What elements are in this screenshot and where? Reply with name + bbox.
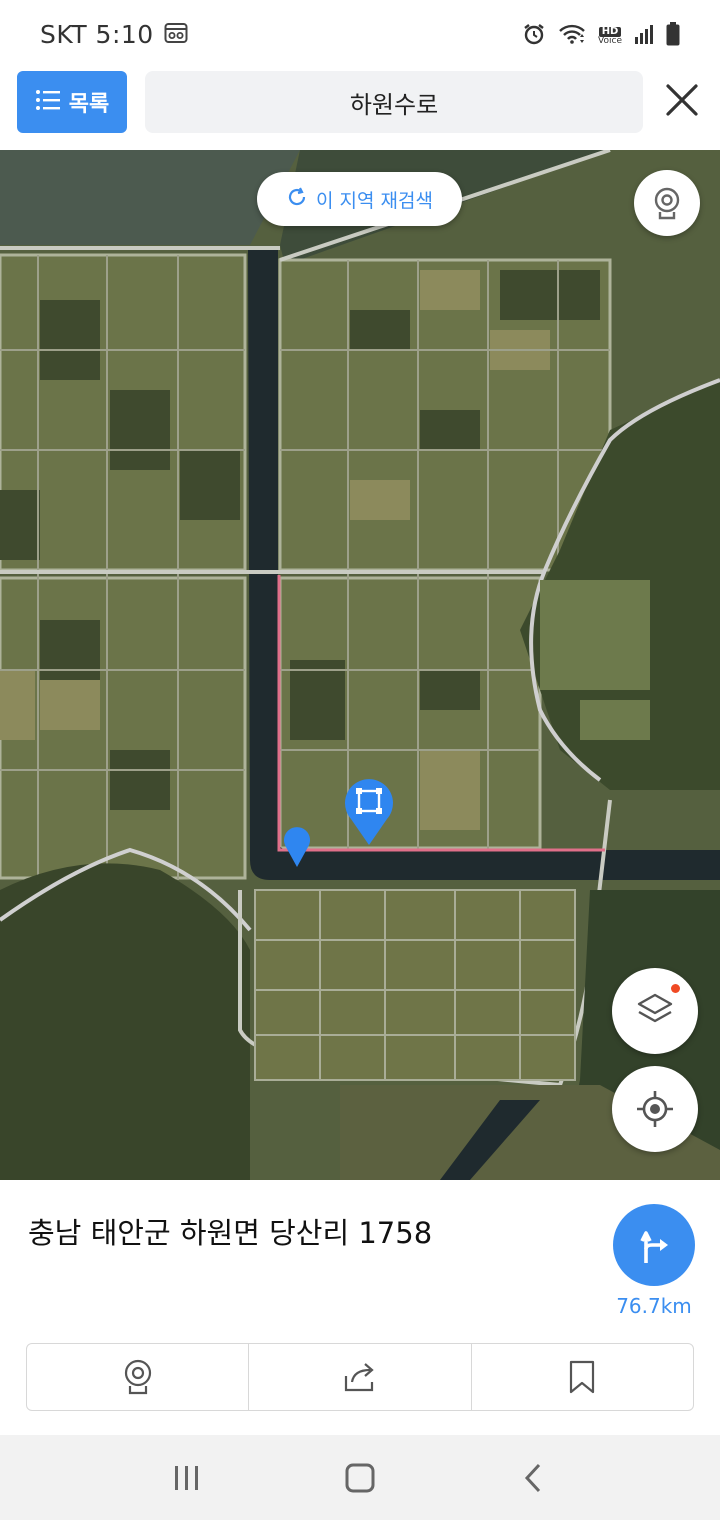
address-text: 충남 태안군 하원면 당산리 1758 [28,1216,433,1250]
my-location-button[interactable] [612,1066,698,1152]
battery-icon [666,22,680,50]
status-right: HD Voice [522,22,680,50]
place-info-panel: 충남 태안군 하원면 당산리 1758 76.7km [0,1180,720,1435]
alarm-icon [522,22,546,50]
research-area-button[interactable]: 이 지역 재검색 [257,172,462,226]
bookmark-button[interactable] [472,1344,693,1410]
volte-icon: HD Voice [598,26,622,46]
directions-button[interactable] [613,1204,695,1286]
search-text: 하원수로 [349,90,439,119]
carrier-time: SKT 5:10 [40,20,154,49]
share-icon [344,1363,374,1392]
recent-apps-button[interactable] [157,1448,217,1508]
distance-label: 76.7km [616,1294,692,1318]
cctv-icon [124,1359,151,1395]
home-icon [345,1463,375,1492]
turn-right-icon [640,1231,668,1263]
volte-sub: Voice [598,35,622,46]
refresh-icon [286,186,308,212]
share-button[interactable] [249,1344,472,1410]
back-icon [525,1463,541,1492]
location-pin[interactable] [283,827,311,873]
screen-record-icon [164,22,188,48]
notification-dot [671,984,680,993]
list-button[interactable]: 목록 [17,71,127,133]
cctv-icon [654,187,680,220]
recent-apps-icon [174,1465,198,1490]
close-icon [666,84,698,116]
map-view[interactable]: 이 지역 재검색 [0,150,720,1180]
close-button[interactable] [662,80,702,120]
area-marker[interactable] [343,777,395,851]
search-field[interactable]: 하원수로 [145,71,643,133]
cctv-action-button[interactable] [27,1344,250,1410]
location-pin-icon [284,827,310,867]
volte-label: HD [598,26,622,37]
area-marker-icon [345,779,393,845]
list-icon [35,89,61,115]
wifi-icon [558,23,586,49]
status-left: SKT 5:10 [40,20,188,49]
back-button[interactable] [503,1448,563,1508]
system-nav-bar [0,1435,720,1520]
home-button[interactable] [330,1448,390,1508]
status-bar: SKT 5:10 HD Voice [0,0,720,66]
cctv-button[interactable] [634,170,700,236]
bookmark-icon [570,1360,595,1394]
screen: SKT 5:10 HD Voice 목록 하원수로 이 지역 재검색 충남 태안… [0,0,720,1520]
header: 목록 하원수로 [0,66,720,150]
satellite-map [0,150,720,1180]
signal-icon [634,23,654,49]
list-button-label: 목록 [68,92,110,117]
layer-button[interactable] [612,968,698,1054]
research-area-label: 이 지역 재검색 [316,189,433,212]
crosshair-icon [637,1091,673,1127]
action-bar [26,1343,694,1411]
layers-icon [637,993,673,1023]
